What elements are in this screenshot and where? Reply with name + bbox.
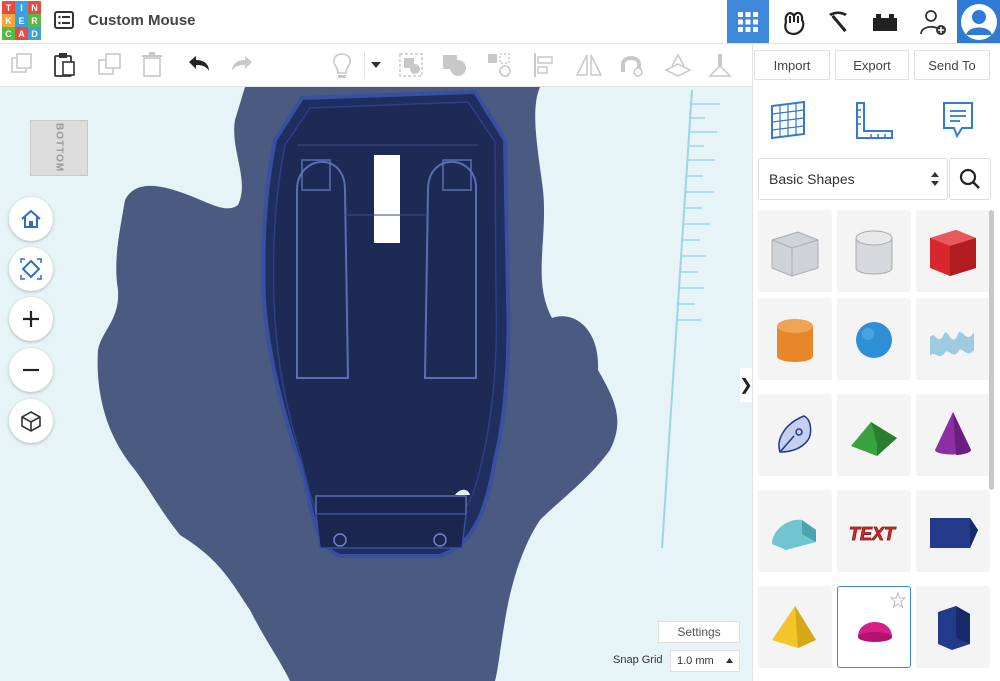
logo-letter: R bbox=[28, 14, 41, 27]
solid-hole-icon[interactable] bbox=[441, 52, 467, 78]
logo-letter: C bbox=[2, 27, 15, 40]
ungroup-icon[interactable] bbox=[486, 52, 512, 78]
shape-cone[interactable] bbox=[916, 394, 990, 476]
shape-sphere[interactable] bbox=[837, 298, 911, 380]
undo-icon[interactable] bbox=[186, 52, 212, 78]
snap-grid-select[interactable]: 1.0 mm bbox=[670, 650, 740, 672]
snap-grid-value: 1.0 mm bbox=[677, 655, 714, 667]
minecraft-pickaxe-icon[interactable] bbox=[817, 0, 859, 43]
logo-letter: T bbox=[2, 1, 15, 14]
shape-polygon[interactable] bbox=[916, 586, 990, 668]
shape-cylinder-hole[interactable] bbox=[837, 210, 911, 292]
design-list-icon[interactable] bbox=[54, 11, 74, 29]
ruler-icon[interactable] bbox=[854, 100, 894, 145]
import-button[interactable]: Import bbox=[754, 50, 830, 80]
shape-roof[interactable] bbox=[837, 394, 911, 476]
avatar-icon[interactable] bbox=[957, 0, 1000, 43]
logo-letter: D bbox=[28, 27, 41, 40]
perspective-icon[interactable] bbox=[9, 399, 53, 443]
shape-category-select[interactable]: Basic Shapes bbox=[758, 158, 948, 200]
category-select-value: Basic Shapes bbox=[769, 171, 855, 187]
copy-icon[interactable] bbox=[10, 52, 36, 78]
top-bar: TINKERCAD Custom Mouse bbox=[0, 0, 1000, 44]
notes-icon[interactable] bbox=[940, 100, 976, 145]
grid-view-icon[interactable] bbox=[727, 0, 769, 43]
caret-down-icon[interactable] bbox=[364, 52, 387, 78]
search-icon bbox=[959, 168, 980, 189]
light-bulb-icon[interactable] bbox=[330, 52, 356, 78]
export-button[interactable]: Export bbox=[835, 50, 909, 80]
panel-scrollbar[interactable] bbox=[989, 210, 994, 490]
user-invite-icon[interactable] bbox=[912, 0, 954, 43]
zoom-out-icon[interactable] bbox=[9, 348, 53, 392]
svg-text:TEXT: TEXT bbox=[849, 524, 897, 544]
delete-icon[interactable] bbox=[141, 52, 167, 78]
logo-letter: I bbox=[15, 1, 28, 14]
group-icon[interactable] bbox=[398, 52, 424, 78]
mirror-icon[interactable] bbox=[575, 52, 603, 78]
shape-shape-generator[interactable] bbox=[758, 394, 832, 476]
snap-grid-label: Snap Grid bbox=[613, 654, 663, 666]
duplicate-icon[interactable] bbox=[97, 52, 123, 78]
tinkercad-logo[interactable]: TINKERCAD bbox=[2, 1, 42, 41]
magnet-icon[interactable] bbox=[618, 52, 644, 78]
shape-box[interactable] bbox=[916, 210, 990, 292]
logo-letter: A bbox=[15, 27, 28, 40]
workplane-icon[interactable] bbox=[664, 52, 692, 78]
home-icon[interactable] bbox=[9, 197, 53, 241]
select-arrows-icon bbox=[931, 172, 939, 186]
caret-up-icon bbox=[726, 658, 733, 663]
bricks-icon[interactable] bbox=[864, 0, 906, 43]
view-cube[interactable]: BOTTOM bbox=[30, 120, 88, 176]
paste-icon[interactable] bbox=[52, 52, 78, 78]
shape-text[interactable]: TEXT bbox=[837, 490, 911, 572]
view-cube-face-label: BOTTOM bbox=[53, 123, 65, 173]
favorite-star-icon[interactable] bbox=[890, 592, 906, 608]
shape-cylinder[interactable] bbox=[758, 298, 832, 380]
shape-pyramid[interactable] bbox=[758, 586, 832, 668]
panel-collapse-toggle[interactable]: ❯ bbox=[739, 368, 753, 402]
settings-button[interactable]: Settings bbox=[658, 621, 740, 643]
logo-letter: E bbox=[15, 14, 28, 27]
sim-lab-icon[interactable] bbox=[773, 0, 815, 43]
zoom-in-icon[interactable] bbox=[9, 297, 53, 341]
shape-search-button[interactable] bbox=[949, 158, 991, 200]
shape-wedge[interactable] bbox=[916, 490, 990, 572]
grid-icon[interactable] bbox=[768, 100, 808, 145]
workplane-canvas[interactable]: BOTTOM Settings Snap Grid 1.0 mm bbox=[0, 87, 752, 681]
logo-letter: N bbox=[28, 1, 41, 14]
logo-letter: K bbox=[2, 14, 15, 27]
document-title[interactable]: Custom Mouse bbox=[88, 12, 196, 29]
shape-scribble[interactable] bbox=[916, 298, 990, 380]
shapes-grid: TEXT bbox=[758, 210, 990, 681]
shape-round-roof[interactable] bbox=[758, 490, 832, 572]
fit-view-icon[interactable] bbox=[9, 247, 53, 291]
edit-toolbar bbox=[0, 44, 752, 87]
align-icon[interactable] bbox=[532, 52, 558, 78]
ruler-icon[interactable] bbox=[707, 52, 733, 78]
redo-icon[interactable] bbox=[229, 52, 255, 78]
send-to-button[interactable]: Send To bbox=[914, 50, 990, 80]
shape-box-hole[interactable] bbox=[758, 210, 832, 292]
shape-half-sphere[interactable] bbox=[837, 586, 911, 668]
